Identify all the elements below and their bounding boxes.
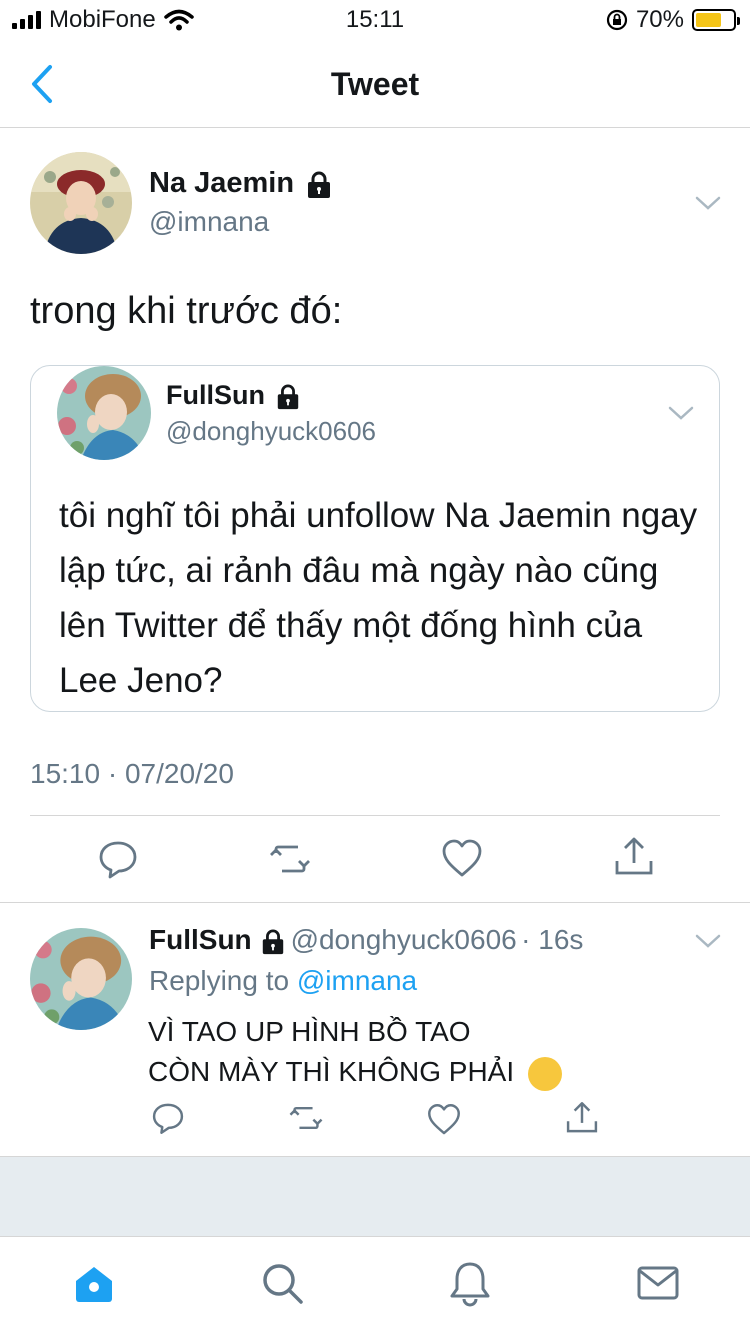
author-avatar[interactable] (30, 152, 132, 254)
tab-bar (0, 1236, 750, 1334)
like-icon[interactable] (426, 1102, 462, 1138)
page-title: Tweet (330, 66, 420, 102)
author-name-row: Na Jaemin (149, 167, 333, 200)
reply-text: VÌ TAO UP HÌNH BỒ TAO CÒN MÀY THÌ KHÔNG … (148, 1012, 562, 1092)
home-icon[interactable] (70, 1259, 118, 1307)
quoted-tweet[interactable]: FullSun @donghyuck0606 tôi nghĩ tôi phải… (30, 365, 720, 712)
chevron-down-icon[interactable] (694, 932, 722, 950)
retweet-icon[interactable] (288, 1100, 324, 1136)
reply-header: FullSun @donghyuck0606 · 16s (149, 924, 583, 956)
author-name[interactable]: Na Jaemin (149, 167, 294, 199)
reply-author-handle: @donghyuck0606 (290, 924, 517, 955)
nav-bar: Tweet (0, 40, 750, 128)
reply-time: · 16s (521, 924, 584, 955)
smirk-emoji-icon: 😏 (527, 1056, 562, 1091)
notifications-icon[interactable] (446, 1259, 494, 1307)
lock-icon (307, 171, 330, 198)
tweet-text: trong khi trước đó: (30, 290, 343, 332)
replying-to: Replying to @imnana (149, 965, 417, 997)
quoted-author-avatar (57, 366, 151, 460)
reply-line-1: VÌ TAO UP HÌNH BỒ TAO (148, 1016, 471, 1047)
status-bar: MobiFone 15:11 70% (0, 0, 750, 40)
search-icon[interactable] (258, 1259, 306, 1307)
messages-icon[interactable] (634, 1259, 682, 1307)
battery-percentage: 70% (635, 6, 684, 33)
replying-to-label: Replying to (149, 965, 290, 996)
retweet-icon[interactable] (268, 837, 312, 881)
reply-line-2-row: CÒN MÀY THÌ KHÔNG PHẢI 😏 (148, 1052, 562, 1092)
empty-area (0, 1156, 750, 1236)
quoted-tweet-text: tôi nghĩ tôi phải unfollow Na Jaemin nga… (59, 496, 698, 700)
tweet-timestamp: 15:10 · 07/20/20 (30, 758, 234, 789)
battery-icon (692, 9, 740, 31)
lock-icon (262, 929, 284, 954)
divider (30, 815, 720, 816)
quoted-author-name-row: FullSun (166, 380, 301, 411)
reply-icon[interactable] (150, 1100, 186, 1136)
battery-fill (696, 13, 722, 27)
reply-line-2: CÒN MÀY THÌ KHÔNG PHẢI (148, 1056, 515, 1087)
lock-icon (278, 384, 299, 409)
status-right: 70% (606, 6, 740, 34)
author-handle: @imnana (149, 206, 270, 237)
replying-to-handle[interactable]: @imnana (297, 965, 417, 996)
quoted-author-handle: @donghyuck0606 (166, 416, 376, 446)
quoted-author-name: FullSun (166, 380, 265, 410)
share-icon[interactable] (564, 1100, 600, 1136)
like-icon[interactable] (440, 837, 484, 881)
share-icon[interactable] (612, 835, 656, 879)
chevron-down-icon[interactable] (667, 404, 695, 422)
chevron-down-icon[interactable] (694, 194, 722, 212)
orientation-lock-icon (606, 9, 628, 31)
reply-author-avatar[interactable] (30, 928, 132, 1030)
reply-author-name[interactable]: FullSun (149, 924, 252, 955)
divider (0, 902, 750, 903)
reply-icon[interactable] (96, 837, 140, 881)
